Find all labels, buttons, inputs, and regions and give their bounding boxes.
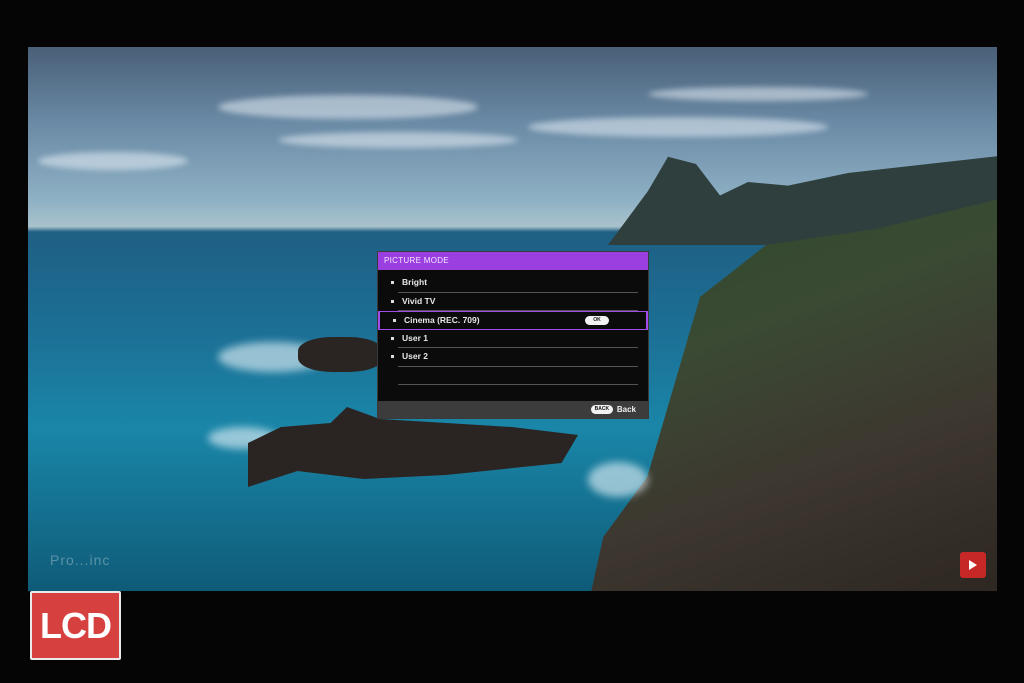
- cloud: [278, 132, 518, 148]
- menu-item-label: Bright: [402, 277, 428, 287]
- empty-row: [378, 367, 648, 386]
- youtube-subscribe-icon: [960, 552, 986, 578]
- menu-item-label: Vivid TV: [402, 295, 436, 306]
- menu-item-label: User 2: [402, 351, 428, 361]
- menu-item-cinema[interactable]: Cinema (REC. 709) OK: [378, 311, 648, 330]
- menu-item-user-1[interactable]: User 1: [378, 330, 648, 349]
- menu-footer: BACK Back: [378, 401, 648, 418]
- menu-title: PICTURE MODE: [378, 252, 648, 270]
- menu-item-label: User 1: [402, 332, 428, 343]
- back-key-hint[interactable]: BACK: [590, 405, 613, 414]
- cloud: [648, 87, 868, 101]
- bullet-icon: [393, 319, 396, 322]
- picture-mode-list: Bright Vivid TV Cinema (REC. 709) OK Use…: [378, 270, 648, 385]
- wave-foam: [588, 462, 648, 497]
- rock: [298, 337, 383, 372]
- menu-item-vivid-tv[interactable]: Vivid TV: [378, 293, 648, 312]
- picture-mode-menu: PICTURE MODE Bright Vivid TV Cinema (REC…: [377, 251, 649, 419]
- lcd-logo: LCD: [30, 591, 121, 660]
- bullet-icon: [391, 355, 394, 358]
- rock: [248, 407, 578, 487]
- bullet-icon: [391, 299, 394, 303]
- menu-item-label: Cinema (REC. 709): [404, 315, 480, 325]
- menu-item-user-2[interactable]: User 2: [378, 348, 648, 367]
- bullet-icon: [391, 336, 394, 340]
- menu-item-bright[interactable]: Bright: [378, 274, 648, 293]
- video-watermark: Pro...inc: [50, 552, 111, 568]
- ok-button-hint: OK: [585, 316, 609, 325]
- cloud: [218, 95, 478, 119]
- cloud: [38, 152, 188, 170]
- cloud: [528, 117, 828, 137]
- back-label: Back: [616, 405, 636, 414]
- bullet-icon: [391, 281, 394, 284]
